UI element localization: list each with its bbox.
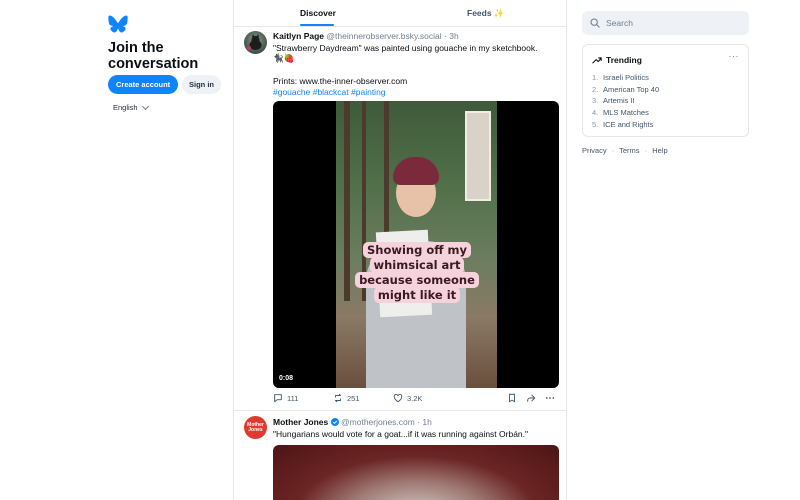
trending-label: Israeli Politics — [603, 73, 649, 82]
author-handle[interactable]: @motherjones.com — [341, 417, 415, 427]
sign-in-button[interactable]: Sign in — [182, 75, 221, 94]
mother-jones-logo: Mother Jones — [247, 421, 264, 433]
active-tab-indicator — [300, 24, 334, 26]
author-name[interactable]: Kaitlyn Page — [273, 31, 324, 41]
footer-separator: · — [644, 146, 648, 155]
avatar[interactable]: Mother Jones — [244, 416, 267, 439]
trending-header: Trending — [592, 55, 642, 65]
repost-icon — [335, 393, 341, 403]
heart-icon — [393, 394, 403, 403]
trending-list: 1. Israeli Politics 2. American Top 40 3. A… — [592, 72, 659, 131]
search-icon — [590, 18, 600, 28]
cat-avatar-icon — [247, 34, 262, 50]
tree-trunk — [384, 101, 389, 251]
author-name[interactable]: Mother Jones — [273, 417, 328, 427]
post-body: "Strawberry Daydream" was painted using … — [273, 43, 558, 98]
privacy-link[interactable]: Privacy — [582, 146, 607, 155]
post-header: Kaitlyn Page @theinnerobserver.bsky.soci… — [273, 31, 459, 41]
footer-separator: · — [611, 146, 615, 155]
trending-rank: 1. — [592, 73, 599, 82]
trending-rank: 5. — [592, 119, 599, 129]
repost-button[interactable]: 251 — [333, 393, 360, 403]
trending-item[interactable]: 4. MLS Matches — [592, 107, 659, 119]
trending-item[interactable]: 2. American Top 40 — [592, 84, 659, 96]
more-options-button[interactable] — [545, 393, 555, 403]
join-heading: Join the conversation — [108, 40, 199, 72]
trending-rank: 3. — [592, 96, 599, 106]
post-tags: #gouache #blackcat #painting — [273, 87, 558, 98]
trending-title: Trending — [606, 55, 642, 65]
hashtag-link[interactable]: #gouache — [273, 87, 310, 97]
like-count: 3.2K — [407, 393, 423, 403]
tab-feeds[interactable]: Feeds ✨ — [467, 8, 505, 19]
trending-item[interactable]: 5. ICE and Rights — [592, 119, 659, 131]
trending-label: MLS Matches — [603, 108, 649, 118]
create-account-button[interactable]: Create account — [108, 75, 179, 94]
post-time[interactable]: · 3h — [444, 31, 459, 41]
search-input[interactable]: Search — [582, 11, 749, 35]
right-sidebar: Search Trending ··· 1. Israeli Politics 2… — [567, 0, 800, 500]
language-label: English — [113, 103, 138, 112]
video-caption: Showing off my whimsical art because som… — [344, 242, 490, 303]
video-timestamp: 0:08 — [279, 375, 294, 382]
butterfly-logo-icon[interactable] — [108, 15, 128, 33]
repost-count: 251 — [347, 393, 360, 403]
author-handle[interactable]: @theinnerobserver.bsky.social — [326, 31, 441, 41]
reply-button[interactable]: 111 — [273, 393, 298, 403]
like-button[interactable]: 3.2K — [393, 393, 422, 403]
post-emoji: 🐈‍⬛🍓 — [273, 54, 295, 64]
hashtag-link[interactable]: #blackcat — [313, 87, 349, 97]
left-sidebar: Join the conversation Create account Sig… — [0, 0, 233, 500]
trending-more-button[interactable]: ··· — [729, 51, 740, 61]
video-player[interactable]: Showing off my whimsical art because som… — [273, 101, 559, 388]
share-button[interactable] — [526, 393, 536, 403]
trending-panel: Trending ··· 1. Israeli Politics 2. Americ… — [582, 44, 749, 137]
footer-links: Privacy · Terms · Help — [582, 146, 668, 155]
language-select[interactable]: English — [113, 102, 149, 112]
terms-link[interactable]: Terms — [619, 146, 639, 155]
share-icon — [527, 394, 536, 402]
avatar[interactable] — [244, 31, 267, 54]
video-frame: Showing off my whimsical art because som… — [336, 101, 497, 388]
bookmark-icon — [509, 393, 515, 403]
tab-discover[interactable]: Discover — [300, 8, 336, 18]
trending-item[interactable]: 1. Israeli Politics — [592, 72, 659, 84]
post-header: Mother Jones @motherjones.com · 1h — [273, 417, 432, 427]
trending-rank: 2. — [592, 84, 599, 94]
post-actions: 111 251 3.2K — [273, 393, 559, 405]
post-line: "Strawberry Daydream" was painted using … — [273, 43, 538, 53]
help-link[interactable]: Help — [652, 146, 667, 155]
post-image[interactable] — [273, 445, 559, 500]
post-divider — [234, 410, 567, 411]
post-prints: Prints: www.the-inner-observer.com — [273, 76, 408, 86]
verified-check-icon — [330, 418, 339, 426]
trending-label: American Top 40 — [603, 84, 660, 94]
trending-arrow-icon — [592, 57, 602, 64]
reply-icon — [274, 394, 282, 403]
hashtag-link[interactable]: #painting — [351, 87, 386, 97]
reply-count: 111 — [287, 393, 299, 403]
bookmark-button[interactable] — [507, 393, 517, 403]
beanie-hat — [393, 157, 439, 185]
trending-item[interactable]: 3. Artemis II — [592, 95, 659, 107]
app-root: Join the conversation Create account Sig… — [0, 0, 800, 500]
post-body: "Hungarians would vote for a goat...if i… — [273, 429, 529, 439]
trending-label: ICE and Rights — [603, 119, 654, 129]
ellipsis-icon — [545, 397, 555, 399]
feed-tabs: Discover Feeds ✨ — [234, 0, 567, 27]
trending-rank: 4. — [592, 108, 599, 118]
house-window — [465, 111, 491, 201]
post-time[interactable]: · 1h — [417, 417, 432, 427]
search-placeholder: Search — [606, 18, 633, 28]
trending-label: Artemis II — [603, 96, 635, 106]
feed-column: Discover Feeds ✨ Kaitlyn Page @theinnero… — [233, 0, 567, 500]
chevron-down-icon — [141, 102, 149, 110]
